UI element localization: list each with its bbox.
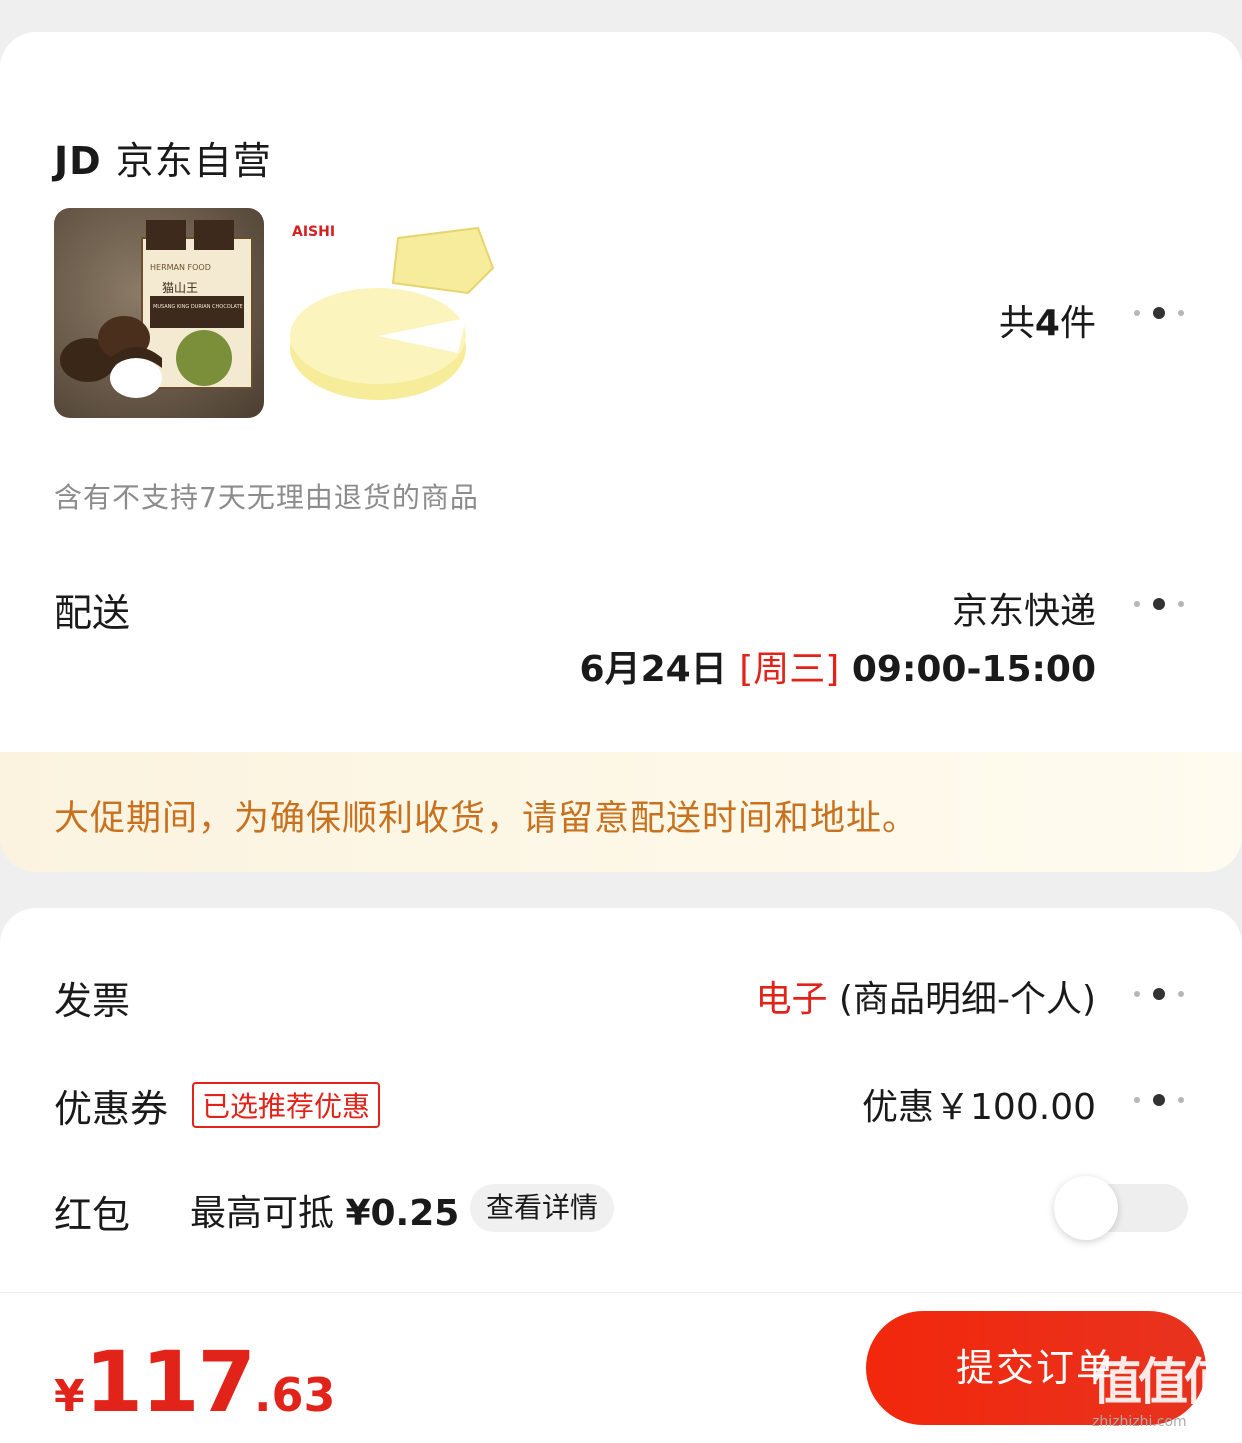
product-image-durian-cake[interactable]: AISHI (288, 208, 498, 418)
total-currency: ¥ (54, 1371, 85, 1422)
coupon-label: 优惠券 (54, 1087, 169, 1131)
chocolate-name-text: 猫山王 (162, 281, 198, 295)
chocolate-label-text: MUSANG KING DURIAN CHOCOLATE (153, 304, 243, 310)
watermark-site: zhizhizhi.com (1092, 1414, 1187, 1430)
return-policy-notice: 含有不支持7天无理由退货的商品 (54, 481, 479, 514)
delivery-date: 6月24日 (579, 649, 740, 690)
delivery-more-dots-icon[interactable] (1132, 597, 1186, 611)
delivery-time-range: 09:00-15:00 (839, 649, 1096, 690)
promo-notice-text: 大促期间，为确保顺利收货，请留意配送时间和地址。 (54, 799, 919, 839)
total-decimal: .63 (253, 1368, 336, 1422)
shop-title: JD 京东自营 (54, 130, 272, 185)
redpack-label: 红包 (54, 1193, 131, 1237)
product-image-chocolate[interactable]: HERMAN FOOD 猫山王 MUSANG KING DURIAN CHOCO… (54, 208, 264, 418)
watermark: 值值值 zhizhizhi.com (1092, 1342, 1234, 1436)
item-count: 共4件 (999, 294, 1096, 346)
item-count-suffix: 件 (1059, 303, 1096, 344)
redpack-toggle[interactable] (1054, 1176, 1188, 1240)
redpack-max-prefix: 最高可抵 (190, 1193, 346, 1234)
item-count-prefix: 共 (998, 303, 1035, 344)
redpack-toggle-knob (1054, 1176, 1118, 1240)
coupon-recommended-badge: 已选推荐优惠 (192, 1082, 381, 1128)
delivery-weekday: [周三] (739, 649, 840, 690)
invoice-type: 电子 (755, 979, 828, 1020)
invoice-value[interactable]: 电子 (商品明细-个人) (755, 970, 1096, 1022)
total-price: ¥117.63 (54, 1333, 335, 1431)
total-integer: 117 (84, 1333, 256, 1431)
promo-notice-banner: 大促期间，为确保顺利收货，请留意配送时间和地址。 (0, 752, 1242, 872)
order-card: JD 京东自营 HERMAN FOOD 猫山王 MUSANG KING DURIA… (0, 32, 1242, 872)
redpack-max: 最高可抵 ¥0.25 (190, 1184, 459, 1236)
chocolate-box-image: HERMAN FOOD 猫山王 MUSANG KING DURIAN CHOCO… (60, 220, 253, 398)
shop-name: 京东自营 (115, 139, 272, 183)
watermark-mark: 值值值 (1092, 1353, 1234, 1411)
redpack-detail-button[interactable]: 查看详情 (470, 1184, 615, 1232)
coupon-value[interactable]: 优惠￥100.00 (862, 1078, 1096, 1130)
cake-image: AISHI (290, 224, 495, 400)
delivery-label: 配送 (54, 591, 131, 635)
cake-brand-text: AISHI (292, 224, 335, 240)
coupon-more-dots-icon[interactable] (1132, 1093, 1186, 1107)
invoice-label: 发票 (54, 979, 131, 1023)
delivery-time[interactable]: 6月24日 [周三] 09:00-15:00 (580, 640, 1096, 692)
payment-card: 发票 电子 (商品明细-个人) 优惠券 已选推荐优惠 优惠￥100.00 红包 … (0, 908, 1242, 1328)
delivery-method[interactable]: 京东快递 (952, 582, 1096, 634)
item-count-value: 4 (1034, 303, 1060, 344)
invoice-more-dots-icon[interactable] (1132, 987, 1186, 1001)
redpack-max-value: ¥0.25 (345, 1193, 460, 1234)
invoice-detail: (商品明细-个人) (827, 979, 1096, 1020)
jd-logo: JD (54, 139, 102, 183)
checkout-bar: ¥117.63 提交订单 (0, 1292, 1242, 1443)
chocolate-brand-text: HERMAN FOOD (150, 263, 211, 272)
items-more-dots-icon[interactable] (1132, 306, 1186, 320)
